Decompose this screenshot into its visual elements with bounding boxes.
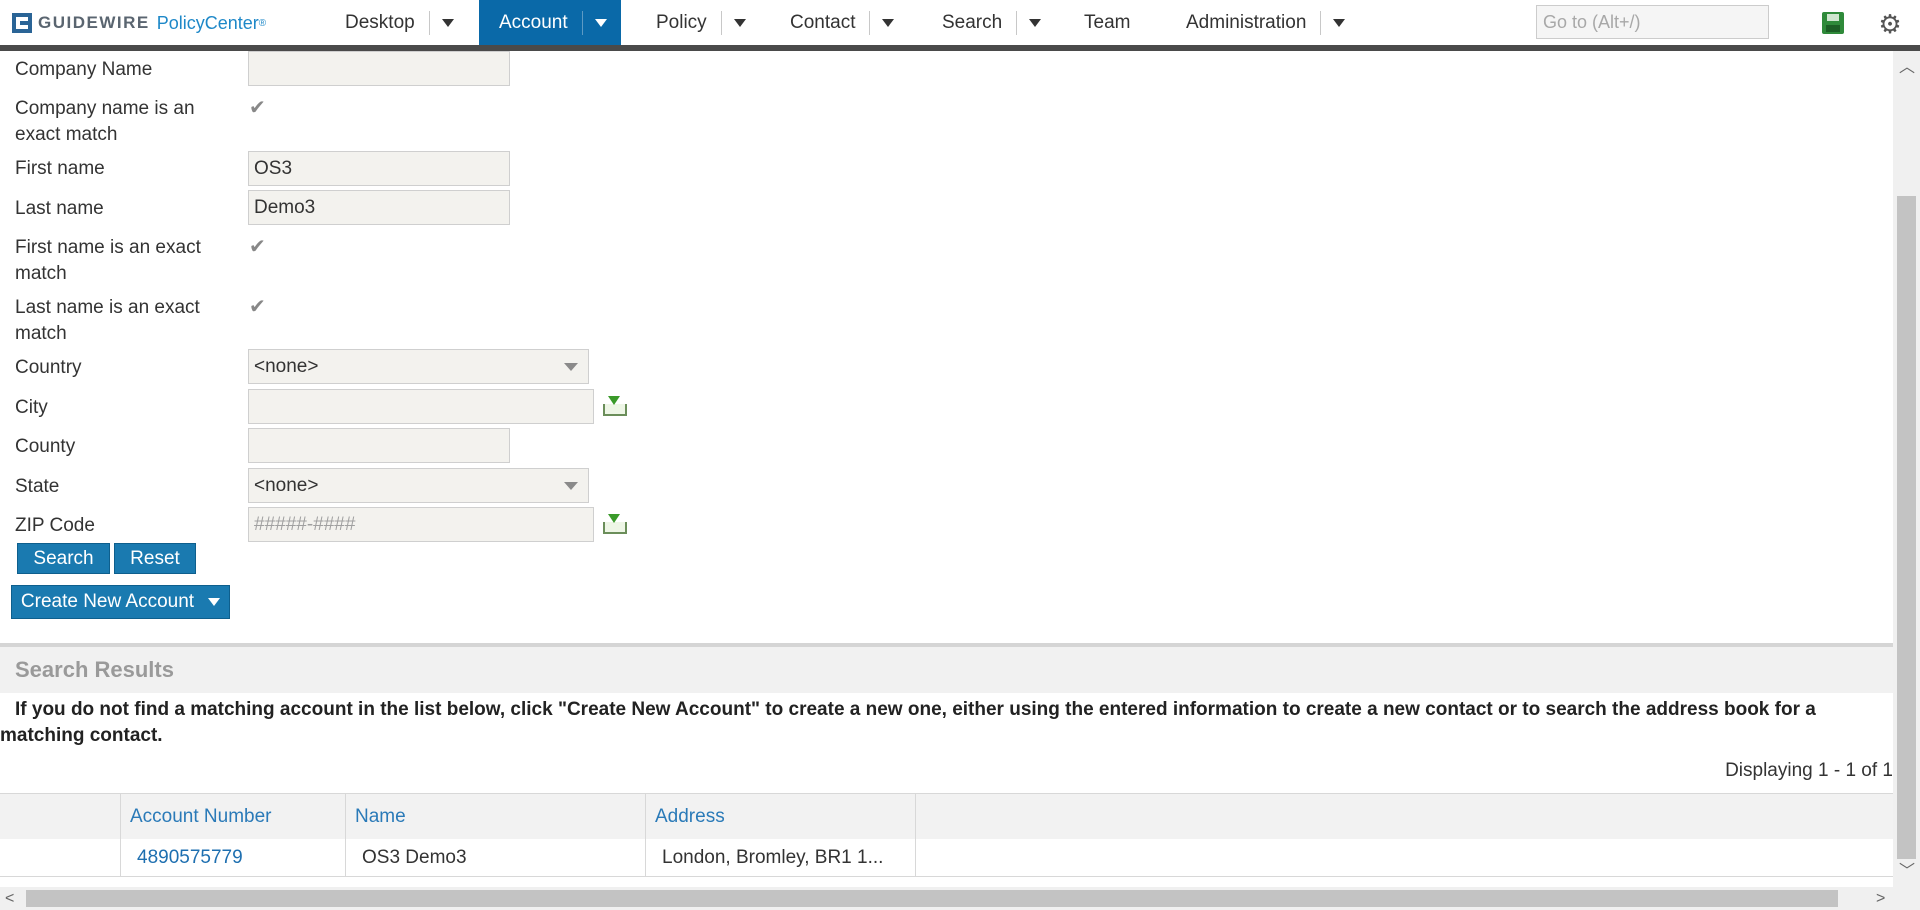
scroll-down-icon[interactable]: ﹀ <box>1899 864 1915 880</box>
chevron-down-icon <box>208 597 221 606</box>
column-header-name[interactable]: Name <box>346 794 646 839</box>
last-exact-checkbox[interactable]: ✔ <box>249 297 269 317</box>
vertical-scrollbar-thumb[interactable] <box>1897 196 1916 859</box>
horizontal-scrollbar-thumb[interactable] <box>26 890 1838 907</box>
tab-separator <box>428 10 430 35</box>
guidewire-logo-icon <box>12 13 32 33</box>
logo-registered-mark: ® <box>258 17 267 29</box>
company-name-input[interactable] <box>248 51 510 86</box>
first-exact-label: First name is an exact match <box>15 237 201 284</box>
county-label: County <box>15 436 76 457</box>
address-autofill-icon[interactable] <box>602 514 627 534</box>
first-exact-checkbox[interactable]: ✔ <box>249 237 269 257</box>
tab-contact-label[interactable]: Contact <box>784 12 861 34</box>
first-name-label: First name <box>15 158 105 179</box>
state-label: State <box>15 476 60 497</box>
tab-account[interactable]: Account <box>479 0 621 45</box>
gear-icon[interactable]: ⚙ <box>1877 11 1903 37</box>
tab-search[interactable]: Search <box>936 0 1042 45</box>
last-name-label: Last name <box>15 198 104 219</box>
results-table-header: Account Number Name Address <box>0 793 1893 840</box>
country-select[interactable]: <none> <box>248 349 589 384</box>
company-exact-checkbox[interactable]: ✔ <box>249 98 269 118</box>
country-select-value: <none> <box>254 356 319 377</box>
tab-contact[interactable]: Contact <box>784 0 895 45</box>
search-button[interactable]: Search <box>17 543 110 574</box>
column-header-address[interactable]: Address <box>646 794 916 839</box>
tab-search-label[interactable]: Search <box>936 12 1008 34</box>
row-select-cell[interactable] <box>0 839 121 876</box>
chevron-down-icon[interactable] <box>1333 18 1346 27</box>
last-name-input[interactable] <box>248 190 510 225</box>
county-input[interactable] <box>248 428 510 463</box>
scroll-left-icon[interactable]: < <box>5 891 14 907</box>
address-cell: London, Bromley, BR1 1... <box>646 839 916 876</box>
tab-separator <box>1320 10 1322 35</box>
results-message: If you do not find a matching account in… <box>0 699 1816 746</box>
column-header-account-number[interactable]: Account Number <box>121 794 346 839</box>
state-select-value: <none> <box>254 475 319 496</box>
first-name-input[interactable] <box>248 151 510 186</box>
country-label: Country <box>15 357 82 378</box>
address-autofill-icon[interactable] <box>602 396 627 416</box>
city-label: City <box>15 397 48 418</box>
last-exact-label: Last name is an exact match <box>15 297 200 344</box>
account-number-link[interactable]: 4890575779 <box>121 839 346 876</box>
tab-account-label[interactable]: Account <box>479 12 574 34</box>
logo-brand: GUIDEWIRE <box>38 13 150 32</box>
chevron-down-icon <box>564 482 578 490</box>
zip-code-input[interactable] <box>248 507 594 542</box>
results-header <box>0 647 1893 693</box>
results-title: Search Results <box>15 657 174 682</box>
tab-desktop-label[interactable]: Desktop <box>339 12 421 34</box>
company-exact-label: Company name is an exact match <box>15 98 195 145</box>
chevron-down-icon[interactable] <box>441 18 454 27</box>
top-navigation-bar: GUIDEWIRE PolicyCenter ® Desktop Account… <box>0 0 1920 45</box>
scroll-right-icon[interactable]: > <box>1876 891 1885 907</box>
tab-separator <box>581 10 583 35</box>
tab-separator <box>720 10 722 35</box>
select-column-header <box>0 794 121 839</box>
zip-code-label: ZIP Code <box>15 515 95 536</box>
tab-administration-label[interactable]: Administration <box>1180 12 1312 34</box>
save-icon[interactable] <box>1822 12 1844 34</box>
reset-button[interactable]: Reset <box>114 543 196 574</box>
chevron-down-icon[interactable] <box>594 18 607 27</box>
state-select[interactable]: <none> <box>248 468 589 503</box>
city-input[interactable] <box>248 389 594 424</box>
tab-separator <box>1016 10 1018 35</box>
chevron-down-icon[interactable] <box>882 18 895 27</box>
guidewire-logo: GUIDEWIRE PolicyCenter ® <box>12 10 266 36</box>
scroll-up-icon[interactable]: ︿ <box>1899 60 1915 76</box>
tab-policy-label[interactable]: Policy <box>650 12 713 34</box>
logo-product: PolicyCenter <box>156 12 259 33</box>
table-row[interactable]: 4890575779 OS3 Demo3 London, Bromley, BR… <box>0 839 1893 877</box>
chevron-down-icon[interactable] <box>733 18 746 27</box>
tab-administration[interactable]: Administration <box>1180 0 1346 45</box>
company-name-label: Company Name <box>15 59 153 80</box>
create-new-account-button[interactable]: Create New Account <box>11 585 230 619</box>
displaying-count: Displaying 1 - 1 of 1 <box>1725 760 1893 781</box>
goto-input[interactable] <box>1536 5 1769 39</box>
tab-desktop[interactable]: Desktop <box>339 0 454 45</box>
name-cell: OS3 Demo3 <box>346 839 646 876</box>
tab-separator <box>869 10 871 35</box>
chevron-down-icon <box>564 363 578 371</box>
create-new-account-label: Create New Account <box>20 591 195 612</box>
tab-team[interactable]: Team <box>1078 0 1136 45</box>
chevron-down-icon[interactable] <box>1029 18 1042 27</box>
tab-team-label[interactable]: Team <box>1078 12 1136 34</box>
tab-policy[interactable]: Policy <box>650 0 746 45</box>
